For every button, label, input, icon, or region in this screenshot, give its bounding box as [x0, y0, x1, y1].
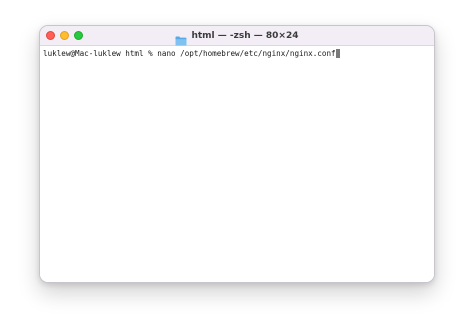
- window-title-group: html — -zsh — 80×24: [40, 26, 434, 46]
- window-title: html — -zsh — 80×24: [191, 31, 299, 41]
- command-line: luklew@Mac-luklew html % nano /opt/homeb…: [43, 48, 340, 59]
- title-bar[interactable]: html — -zsh — 80×24: [40, 26, 434, 46]
- shell-prompt: luklew@Mac-luklew html %: [43, 49, 158, 58]
- terminal-content[interactable]: luklew@Mac-luklew html % nano /opt/homeb…: [40, 46, 434, 282]
- folder-icon: [175, 31, 187, 46]
- terminal-window: html — -zsh — 80×24 luklew@Mac-luklew ht…: [39, 25, 435, 283]
- command-text: nano /opt/homebrew/etc/nginx/nginx.conf: [157, 49, 336, 58]
- text-cursor: [335, 49, 340, 58]
